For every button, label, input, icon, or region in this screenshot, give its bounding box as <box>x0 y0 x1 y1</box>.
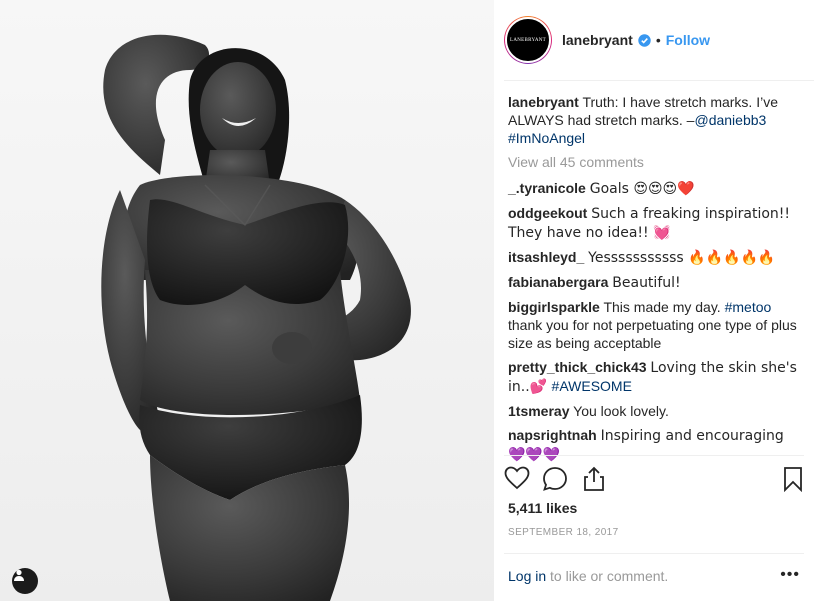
comment-text: Goals 😍😍😍❤️ <box>589 181 695 197</box>
comment-username[interactable]: biggirlsparkle <box>508 299 600 315</box>
follow-button[interactable]: Follow <box>666 32 710 48</box>
share-button[interactable] <box>582 466 606 495</box>
comments-list: lanebryant Truth: I have stretch marks. … <box>508 93 798 470</box>
comment-username[interactable]: napsrightnah <box>508 427 597 443</box>
photo-illustration <box>0 0 494 601</box>
comment-hashtag[interactable]: #metoo <box>725 299 772 315</box>
comment-row: 1tsmeray You look lovely. <box>508 402 798 420</box>
caption-hashtag[interactable]: #ImNoAngel <box>508 130 585 146</box>
comment-bubble-icon <box>543 467 567 491</box>
comment-row: biggirlsparkle This made my day. #metoo … <box>508 298 798 352</box>
header-username[interactable]: lanebryant <box>562 32 633 48</box>
comment-row: fabianabergara Beautiful! <box>508 273 798 292</box>
verified-badge-icon <box>638 33 651 47</box>
view-all-comments-link[interactable]: View all 45 comments <box>508 153 798 171</box>
bookmark-icon <box>784 467 802 493</box>
instagram-post: LANEBRYANT lanebryant • Follow lanebryan… <box>0 0 821 601</box>
likes-count[interactable]: 5,411 likes <box>508 500 577 516</box>
comment-username[interactable]: oddgeekout <box>508 205 587 221</box>
comment-row: itsashleyd_ Yesssssssssss 🔥🔥🔥🔥🔥 <box>508 248 798 267</box>
comment-text: This made my day. <box>603 299 725 315</box>
comment-row: oddgeekout Such a freaking inspiration!!… <box>508 204 798 242</box>
comment-text-continued: thank you for not perpetuating one type … <box>508 317 797 351</box>
post-date[interactable]: SEPTEMBER 18, 2017 <box>508 527 619 538</box>
caption-mention[interactable]: @daniebb3 <box>694 112 766 128</box>
caption: lanebryant Truth: I have stretch marks. … <box>508 93 798 147</box>
comment-username[interactable]: itsashleyd_ <box>508 249 584 265</box>
save-button[interactable] <box>782 466 804 495</box>
share-icon <box>584 466 604 491</box>
login-footer: Log in to like or comment. ••• <box>504 553 804 602</box>
caption-username[interactable]: lanebryant <box>508 94 579 110</box>
comment-username[interactable]: 1tsmeray <box>508 403 570 419</box>
separator-dot: • <box>655 32 661 48</box>
comment-text: You look lovely. <box>573 403 669 419</box>
comment-row: _.tyranicole Goals 😍😍😍❤️ <box>508 179 798 198</box>
action-bar <box>504 455 804 496</box>
comment-button[interactable] <box>542 466 568 495</box>
more-options-button[interactable]: ••• <box>780 566 800 584</box>
login-link[interactable]: Log in <box>508 568 546 584</box>
login-prompt-text: to like or comment. <box>546 568 669 584</box>
user-tag-icon <box>14 569 24 581</box>
user-tag-button[interactable] <box>12 568 38 594</box>
comment-username[interactable]: pretty_thick_chick43 <box>508 359 647 375</box>
comment-hashtag[interactable]: #AWESOME <box>552 378 632 394</box>
avatar[interactable]: LANEBRYANT <box>505 17 551 63</box>
like-button[interactable] <box>504 466 530 493</box>
comment-username[interactable]: _.tyranicole <box>508 180 586 196</box>
login-prompt: Log in to like or comment. <box>508 568 668 584</box>
post-sidebar: LANEBRYANT lanebryant • Follow lanebryan… <box>494 0 821 601</box>
heart-icon <box>504 466 530 490</box>
story-ring[interactable]: LANEBRYANT <box>504 16 552 64</box>
comment-text: Yesssssssssss 🔥🔥🔥🔥🔥 <box>588 250 776 266</box>
comment-text: Beautiful! <box>612 275 681 291</box>
comment-username[interactable]: fabianabergara <box>508 274 608 290</box>
post-photo[interactable] <box>0 0 494 601</box>
comment-row: pretty_thick_chick43 Loving the skin she… <box>508 358 798 396</box>
post-header: LANEBRYANT lanebryant • Follow <box>504 0 814 81</box>
